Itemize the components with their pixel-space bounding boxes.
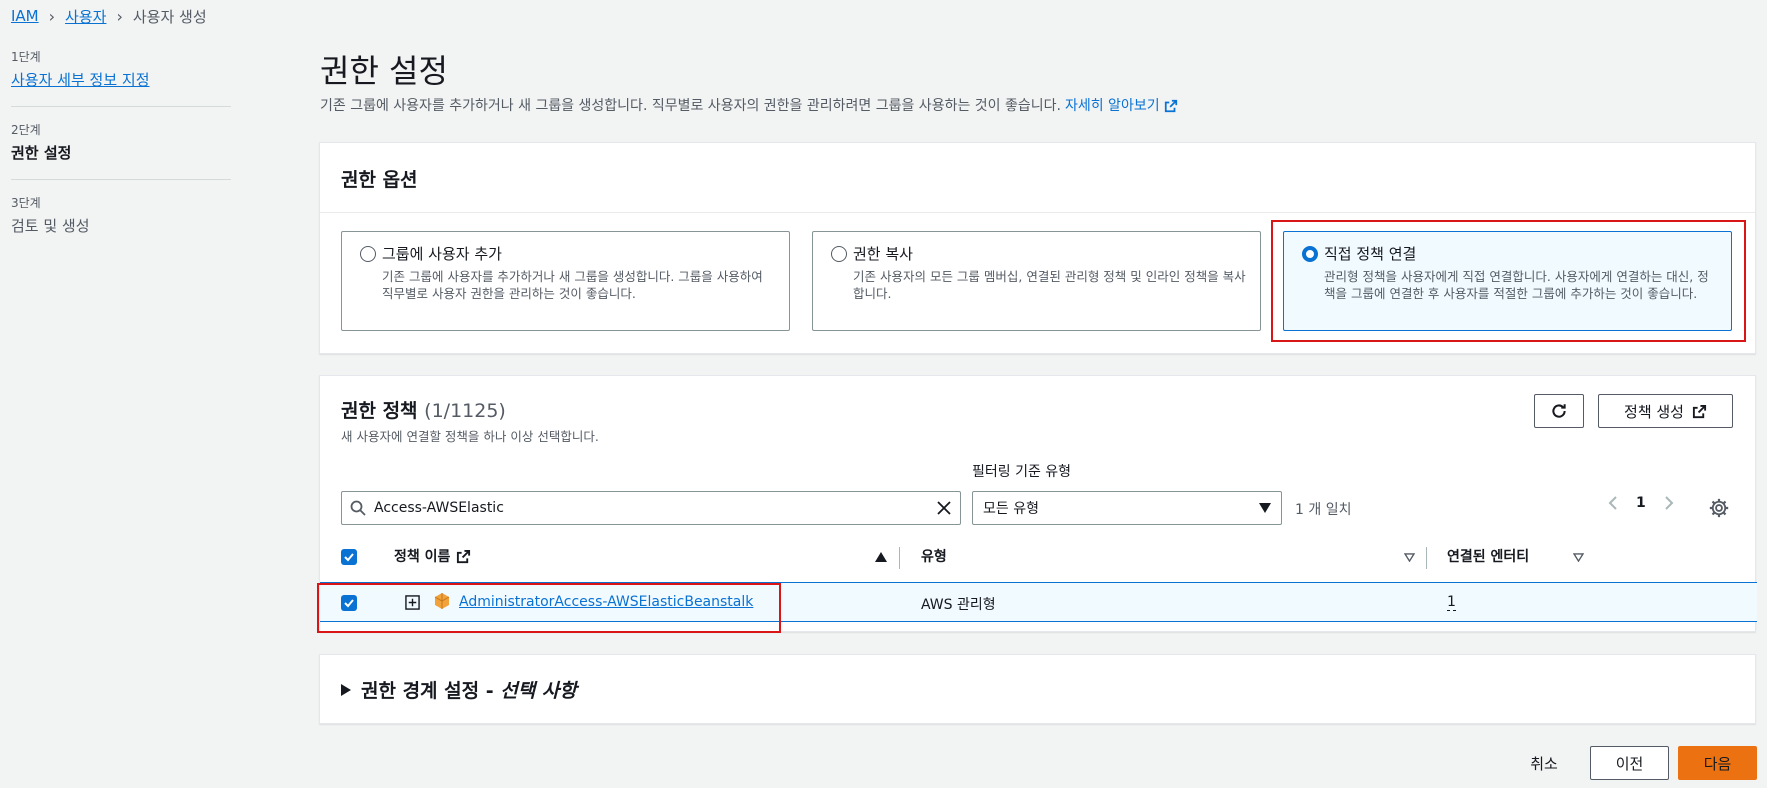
policies-title-text: 권한 정책 (341, 400, 418, 422)
step-2-label: 2단계 (11, 123, 41, 137)
option-description: 관리형 정책을 사용자에게 직접 연결합니다. 사용자에게 연결하는 대신, 정… (1324, 269, 1709, 301)
column-header-name[interactable]: 정책 이름 (394, 546, 471, 566)
breadcrumb-iam-link[interactable]: IAM (11, 7, 39, 25)
policies-description: 새 사용자에 연결할 정책을 하나 이상 선택합니다. (341, 429, 599, 444)
clear-icon[interactable] (936, 500, 952, 516)
caret-down-icon (1259, 503, 1271, 513)
chevron-left-icon[interactable] (1608, 495, 1618, 511)
permissions-boundary-panel: 권한 경계 설정 - 선택 사항 (319, 654, 1756, 724)
pagination: 1 (1608, 495, 1674, 511)
external-link-icon (1164, 99, 1178, 113)
column-header-entities[interactable]: 연결된 엔터티 (1447, 546, 1529, 566)
page-title: 권한 설정 (320, 52, 448, 90)
search-icon (350, 500, 366, 516)
aws-managed-policy-icon (434, 593, 450, 609)
breadcrumb-current: 사용자 생성 (132, 7, 207, 26)
cancel-button[interactable]: 취소 (1514, 746, 1574, 780)
table-header: 정책 이름 유형 연결된 엔터티 (341, 539, 1739, 575)
policy-search (341, 491, 961, 525)
step-divider (11, 179, 231, 180)
page-description-text: 기존 그룹에 사용자를 추가하거나 새 그룹을 생성합니다. 직무별로 사용자의… (320, 98, 1061, 114)
page-number[interactable]: 1 (1636, 495, 1646, 511)
sort-icon[interactable] (1404, 553, 1415, 562)
learn-more-link[interactable]: 자세히 알아보기 (1065, 95, 1178, 115)
step-3: 3단계 검토 및 생성 (11, 194, 231, 236)
learn-more-label: 자세히 알아보기 (1064, 98, 1160, 114)
column-divider[interactable] (1426, 547, 1427, 569)
boundary-optional: 선택 사항 (500, 680, 577, 702)
type-filter-select[interactable]: 모든 유형 (972, 491, 1282, 525)
option-title: 권한 복사 (853, 245, 913, 263)
policy-name-link[interactable]: AdministratorAccess-AWSElasticBeanstalk (459, 594, 753, 610)
checkmark-icon (344, 599, 354, 608)
settings-gear-icon[interactable] (1708, 497, 1730, 519)
option-title: 직접 정책 연결 (1324, 245, 1417, 263)
chevron-right-icon: › (48, 6, 56, 26)
policy-type: AWS 관리형 (921, 597, 996, 613)
option-description: 기존 사용자의 모든 그룹 멤버십, 연결된 관리형 정책 및 인라인 정책을 … (853, 269, 1246, 301)
search-input[interactable] (374, 500, 936, 516)
column-divider[interactable] (899, 547, 900, 569)
caret-right-icon (341, 683, 351, 696)
breadcrumb: IAM › 사용자 › 사용자 생성 (11, 5, 207, 27)
external-link-icon (1692, 404, 1707, 418)
permissions-boundary-toggle[interactable]: 권한 경계 설정 - 선택 사항 (341, 676, 577, 703)
next-button[interactable]: 다음 (1678, 746, 1757, 780)
create-policy-label: 정책 생성 (1624, 402, 1684, 421)
refresh-icon (1552, 404, 1566, 418)
select-all-checkbox[interactable] (341, 549, 357, 565)
breadcrumb-users-link[interactable]: 사용자 (65, 6, 106, 27)
option-title: 그룹에 사용자 추가 (382, 245, 502, 263)
wizard-steps: 1단계 사용자 세부 정보 지정 2단계 권한 설정 3단계 검토 및 생성 (11, 48, 231, 236)
column-header-type[interactable]: 유형 (921, 546, 947, 566)
chevron-right-icon[interactable] (1664, 495, 1674, 511)
radio-button-selected[interactable] (1302, 246, 1318, 262)
step-3-title: 검토 및 생성 (11, 217, 90, 235)
permission-policies-panel: 권한 정책 (1/1125) 새 사용자에 연결할 정책을 하나 이상 선택합니… (319, 375, 1757, 632)
permission-options-panel: 권한 옵션 그룹에 사용자 추가 기존 그룹에 사용자를 추가하거나 새 그룹을… (319, 142, 1756, 354)
option-attach-policies-directly[interactable]: 직접 정책 연결 관리형 정책을 사용자에게 직접 연결합니다. 사용자에게 연… (1283, 231, 1732, 331)
sort-ascending-icon[interactable] (875, 552, 887, 562)
attached-entities-count[interactable]: 1 (1447, 594, 1456, 611)
step-2: 2단계 권한 설정 (11, 121, 231, 163)
previous-button[interactable]: 이전 (1590, 746, 1669, 780)
radio-button[interactable] (360, 246, 376, 262)
filter-type-label: 필터링 기준 유형 (972, 464, 1072, 480)
sort-icon[interactable] (1573, 553, 1584, 562)
permission-options-header: 권한 옵션 (320, 143, 1755, 213)
policies-count: (1/1125) (424, 400, 506, 422)
boundary-title: 권한 경계 설정 - (361, 680, 501, 702)
step-1: 1단계 사용자 세부 정보 지정 (11, 48, 231, 90)
radio-button[interactable] (831, 246, 847, 262)
external-link-icon (457, 549, 471, 563)
policies-title: 권한 정책 (1/1125) (341, 396, 506, 423)
checkmark-icon (344, 553, 354, 562)
chevron-right-icon: › (116, 6, 123, 26)
option-add-to-group[interactable]: 그룹에 사용자 추가 기존 그룹에 사용자를 추가하거나 새 그룹을 생성합니다… (341, 231, 790, 331)
step-1-label: 1단계 (11, 50, 41, 64)
type-filter-value: 모든 유형 (983, 501, 1039, 517)
step-divider (11, 106, 231, 107)
expand-plus-icon[interactable] (405, 595, 420, 610)
option-description: 기존 그룹에 사용자를 추가하거나 새 그룹을 생성합니다. 그룹을 사용하여 … (382, 269, 763, 301)
page-description: 기존 그룹에 사용자를 추가하거나 새 그룹을 생성합니다. 직무별로 사용자의… (320, 95, 1178, 115)
step-1-link[interactable]: 사용자 세부 정보 지정 (11, 71, 150, 89)
match-count: 1 개 일치 (1295, 502, 1352, 518)
option-copy-permissions[interactable]: 권한 복사 기존 사용자의 모든 그룹 멤버십, 연결된 관리형 정책 및 인라… (812, 231, 1261, 331)
row-checkbox[interactable] (341, 595, 357, 611)
table-row[interactable]: AdministratorAccess-AWSElasticBeanstalk … (320, 582, 1757, 622)
create-policy-button[interactable]: 정책 생성 (1598, 394, 1733, 428)
step-2-title: 권한 설정 (11, 144, 72, 162)
refresh-button[interactable] (1534, 394, 1584, 428)
step-3-label: 3단계 (11, 196, 41, 210)
column-name-label: 정책 이름 (394, 549, 451, 565)
